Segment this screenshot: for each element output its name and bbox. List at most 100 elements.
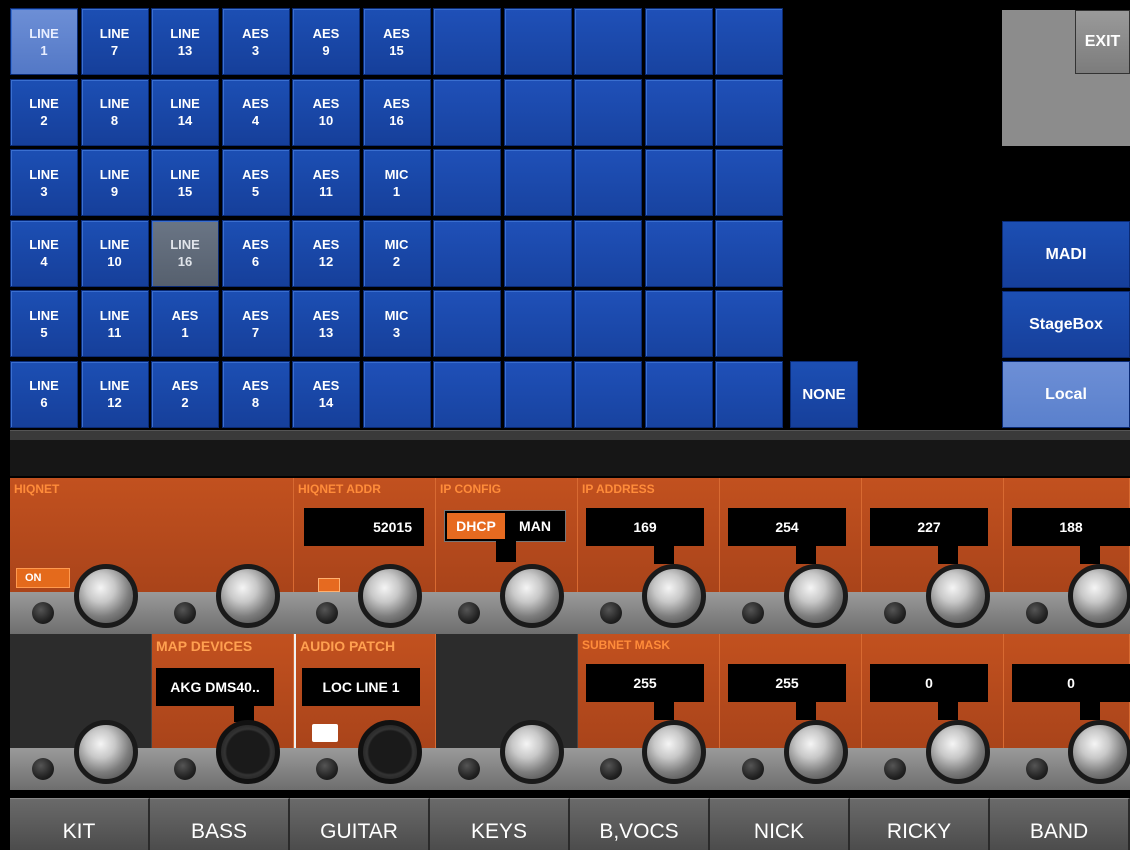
tab-ricky[interactable]: RICKY: [850, 798, 990, 850]
patch-cell-empty[interactable]: [574, 219, 642, 287]
patch-cell-empty[interactable]: [362, 360, 431, 428]
none-button[interactable]: NONE: [790, 361, 858, 428]
lower-led-7[interactable]: [884, 758, 906, 780]
patch-cell-aes-11[interactable]: AES 11: [292, 149, 360, 216]
lower-rotary-knob-7[interactable]: [926, 720, 990, 784]
patch-cell-empty[interactable]: [574, 290, 642, 357]
patch-cell-line-6[interactable]: LINE 6: [10, 360, 78, 428]
upper-led-4[interactable]: [458, 602, 480, 624]
patch-cell-aes-2[interactable]: AES 2: [151, 360, 219, 428]
patch-cell-line-14[interactable]: LINE 14: [151, 78, 219, 146]
patch-cell-empty[interactable]: [644, 290, 713, 357]
patch-cell-empty[interactable]: [433, 290, 501, 357]
patch-cell-mic-3[interactable]: MIC 3: [362, 290, 431, 357]
patch-cell-line-10[interactable]: LINE 10: [80, 219, 149, 287]
patch-cell-empty[interactable]: [644, 360, 713, 428]
patch-cell-mic-2[interactable]: MIC 2: [362, 219, 431, 287]
lower-led-8[interactable]: [1026, 758, 1048, 780]
lower-rotary-knob-1[interactable]: [74, 720, 138, 784]
patch-cell-empty[interactable]: [433, 149, 501, 216]
patch-cell-line-11[interactable]: LINE 11: [80, 290, 149, 357]
man-option[interactable]: MAN: [507, 513, 563, 539]
lower-rotary-knob-6[interactable]: [784, 720, 848, 784]
patch-cell-aes-8[interactable]: AES 8: [221, 360, 290, 428]
patch-cell-aes-14[interactable]: AES 14: [292, 360, 360, 428]
upper-rotary-knob-1[interactable]: [74, 564, 138, 628]
upper-rotary-knob-4[interactable]: [500, 564, 564, 628]
upper-led-6[interactable]: [742, 602, 764, 624]
patch-cell-empty[interactable]: [574, 78, 642, 146]
patch-cell-line-13[interactable]: LINE 13: [151, 8, 219, 75]
patch-cell-line-8[interactable]: LINE 8: [80, 78, 149, 146]
exit-button[interactable]: EXIT: [1075, 10, 1130, 74]
madi-button[interactable]: MADI: [1002, 221, 1130, 288]
hiqnet-on-button[interactable]: ON: [16, 568, 70, 588]
patch-cell-empty[interactable]: [433, 219, 501, 287]
patch-cell-aes-12[interactable]: AES 12: [292, 219, 360, 287]
patch-cell-empty[interactable]: [503, 290, 572, 357]
hiqnet-addr-indicator[interactable]: [318, 578, 340, 592]
lower-rotary-knob-5[interactable]: [642, 720, 706, 784]
patch-cell-empty[interactable]: [433, 78, 501, 146]
patch-cell-empty[interactable]: [715, 360, 783, 428]
patch-cell-empty[interactable]: [715, 8, 783, 75]
patch-cell-aes-13[interactable]: AES 13: [292, 290, 360, 357]
patch-cell-aes-9[interactable]: AES 9: [292, 8, 360, 75]
audio-patch-indicator[interactable]: [312, 724, 338, 742]
patch-cell-empty[interactable]: [574, 8, 642, 75]
upper-rotary-knob-7[interactable]: [926, 564, 990, 628]
upper-rotary-knob-8[interactable]: [1068, 564, 1130, 628]
patch-cell-empty[interactable]: [644, 219, 713, 287]
patch-cell-aes-10[interactable]: AES 10: [292, 78, 360, 146]
patch-cell-empty[interactable]: [715, 78, 783, 146]
lower-rotary-knob-3[interactable]: [358, 720, 422, 784]
upper-rotary-knob-3[interactable]: [358, 564, 422, 628]
lower-rotary-knob-8[interactable]: [1068, 720, 1130, 784]
upper-led-3[interactable]: [316, 602, 338, 624]
patch-cell-line-3[interactable]: LINE 3: [10, 149, 78, 216]
patch-cell-line-7[interactable]: LINE 7: [80, 8, 149, 75]
patch-cell-aes-7[interactable]: AES 7: [221, 290, 290, 357]
lower-led-1[interactable]: [32, 758, 54, 780]
lower-led-5[interactable]: [600, 758, 622, 780]
patch-cell-aes-4[interactable]: AES 4: [221, 78, 290, 146]
patch-cell-empty[interactable]: [644, 8, 713, 75]
upper-rotary-knob-2[interactable]: [216, 564, 280, 628]
patch-cell-empty[interactable]: [715, 219, 783, 287]
tab-band[interactable]: BAND: [990, 798, 1130, 850]
patch-cell-line-16[interactable]: LINE 16: [151, 219, 219, 287]
patch-cell-line-4[interactable]: LINE 4: [10, 219, 78, 287]
patch-cell-empty[interactable]: [644, 78, 713, 146]
tab-nick[interactable]: NICK: [710, 798, 850, 850]
lower-led-4[interactable]: [458, 758, 480, 780]
patch-cell-line-12[interactable]: LINE 12: [80, 360, 149, 428]
patch-cell-line-15[interactable]: LINE 15: [151, 149, 219, 216]
patch-cell-empty[interactable]: [503, 78, 572, 146]
upper-led-1[interactable]: [32, 602, 54, 624]
patch-cell-line-5[interactable]: LINE 5: [10, 290, 78, 357]
ip-config-selector[interactable]: DHCP MAN: [444, 510, 566, 542]
patch-cell-mic-1[interactable]: MIC 1: [362, 149, 431, 216]
patch-cell-empty[interactable]: [503, 149, 572, 216]
patch-cell-empty[interactable]: [503, 360, 572, 428]
upper-led-7[interactable]: [884, 602, 906, 624]
patch-cell-aes-6[interactable]: AES 6: [221, 219, 290, 287]
patch-cell-aes-5[interactable]: AES 5: [221, 149, 290, 216]
tab-bass[interactable]: BASS: [150, 798, 290, 850]
upper-rotary-knob-6[interactable]: [784, 564, 848, 628]
stagebox-button[interactable]: StageBox: [1002, 291, 1130, 358]
patch-cell-line-1[interactable]: LINE 1: [10, 8, 78, 75]
tab-kit[interactable]: KIT: [10, 798, 150, 850]
patch-cell-line-2[interactable]: LINE 2: [10, 78, 78, 146]
patch-cell-empty[interactable]: [503, 219, 572, 287]
upper-led-2[interactable]: [174, 602, 196, 624]
patch-cell-aes-16[interactable]: AES 16: [362, 78, 431, 146]
patch-cell-empty[interactable]: [574, 360, 642, 428]
patch-cell-empty[interactable]: [715, 290, 783, 357]
local-button[interactable]: Local: [1002, 361, 1130, 428]
tab-bvocs[interactable]: B,VOCS: [570, 798, 710, 850]
lower-rotary-knob-4[interactable]: [500, 720, 564, 784]
patch-cell-empty[interactable]: [574, 149, 642, 216]
patch-cell-empty[interactable]: [433, 360, 501, 428]
upper-rotary-knob-5[interactable]: [642, 564, 706, 628]
